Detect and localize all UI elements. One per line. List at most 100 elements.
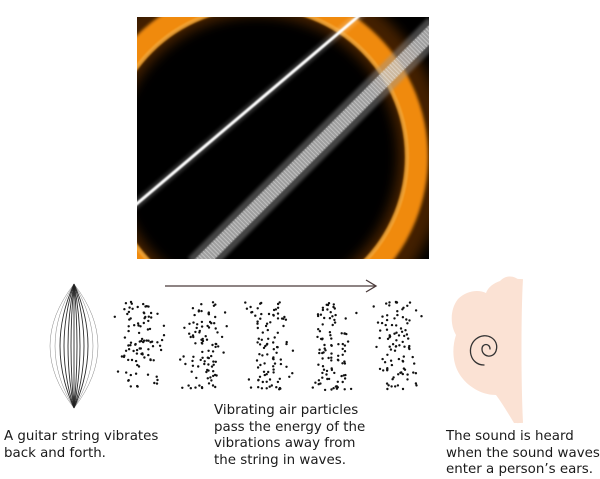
air-particle [195, 326, 198, 330]
air-particle [390, 323, 394, 327]
air-particle [194, 342, 197, 345]
air-particle [408, 301, 412, 304]
air-particle [322, 368, 326, 371]
air-particle [321, 323, 324, 326]
air-particle [264, 324, 268, 328]
air-particle [321, 371, 324, 375]
air-particle [198, 329, 201, 333]
air-particle [256, 326, 259, 330]
air-particle [147, 305, 150, 308]
air-particle [127, 329, 130, 333]
air-particle [200, 338, 203, 341]
air-particle [200, 386, 204, 390]
air-particle [147, 315, 150, 318]
air-particle [341, 347, 344, 351]
right-arrow-icon [165, 279, 378, 293]
air-particle [349, 387, 353, 391]
air-particle [147, 348, 150, 351]
air-particle [131, 307, 134, 310]
air-particle [142, 302, 145, 306]
air-particle [129, 385, 132, 388]
air-particle [330, 388, 333, 391]
air-particle [212, 360, 215, 363]
air-particle [386, 387, 389, 391]
air-particle [343, 360, 346, 363]
air-particle [266, 353, 269, 356]
air-particle [284, 318, 288, 321]
air-particle [214, 315, 217, 319]
air-particle [261, 380, 264, 384]
air-particle [382, 369, 385, 372]
air-particle [317, 363, 320, 366]
air-particle [390, 385, 393, 388]
air-particle [150, 340, 154, 343]
air-particle [147, 319, 150, 323]
air-particle [282, 324, 285, 328]
air-particle [274, 308, 278, 311]
air-particles-figure [113, 300, 423, 392]
air-particle [272, 348, 275, 351]
air-particle [388, 334, 391, 337]
air-particle [343, 344, 347, 347]
air-particle [318, 330, 322, 333]
air-particle [344, 373, 347, 377]
air-particle [247, 378, 251, 381]
air-particle [326, 308, 329, 311]
air-particle [394, 385, 397, 388]
air-particle [273, 362, 277, 365]
air-particle [132, 349, 135, 353]
air-particle [401, 340, 404, 344]
air-particle [212, 363, 215, 366]
air-particle [137, 331, 141, 335]
air-particle [211, 384, 215, 387]
air-particle [123, 336, 127, 339]
air-particle [402, 355, 405, 358]
air-particle [272, 358, 275, 361]
air-particle [260, 312, 263, 316]
air-particle [212, 370, 215, 373]
air-particle [272, 371, 275, 374]
air-particle [189, 387, 192, 390]
air-particle [279, 362, 283, 366]
air-particle [194, 386, 197, 389]
air-particle [127, 348, 131, 351]
air-particle [341, 362, 344, 365]
air-particle [378, 336, 381, 340]
air-particle [330, 359, 333, 362]
air-particle [319, 313, 323, 316]
air-particle [396, 310, 399, 313]
ear-caption-line: enter a person’s ears. [446, 462, 594, 477]
air-particle [201, 342, 204, 345]
air-particle [258, 353, 261, 356]
air-particle [285, 340, 288, 344]
air-particle [199, 358, 202, 362]
air-particle [206, 377, 209, 380]
air-particle [217, 345, 220, 348]
air-particle [134, 343, 137, 346]
air-particle [321, 308, 325, 312]
air-particle [393, 349, 397, 352]
air-particle [143, 317, 146, 320]
air-particle [136, 322, 140, 325]
ear-icon [451, 276, 523, 424]
air-particle [265, 387, 268, 390]
air-particle [317, 328, 320, 331]
air-particle [265, 322, 269, 325]
air-particle [116, 370, 120, 373]
air-caption-line: the string in waves. [214, 452, 346, 468]
air-particle [127, 325, 130, 328]
air-particle [133, 324, 136, 327]
air-particle [254, 314, 257, 317]
air-particle [276, 312, 280, 315]
air-particle [260, 338, 263, 341]
air-particle [130, 302, 133, 305]
air-particle [211, 343, 214, 347]
air-particle [152, 359, 155, 362]
air-particle [401, 360, 405, 363]
air-particle [394, 345, 398, 348]
air-particle [408, 319, 411, 322]
air-particle [203, 360, 206, 363]
air-particle [279, 387, 282, 390]
air-particle [210, 322, 213, 325]
air-particle [397, 357, 401, 361]
